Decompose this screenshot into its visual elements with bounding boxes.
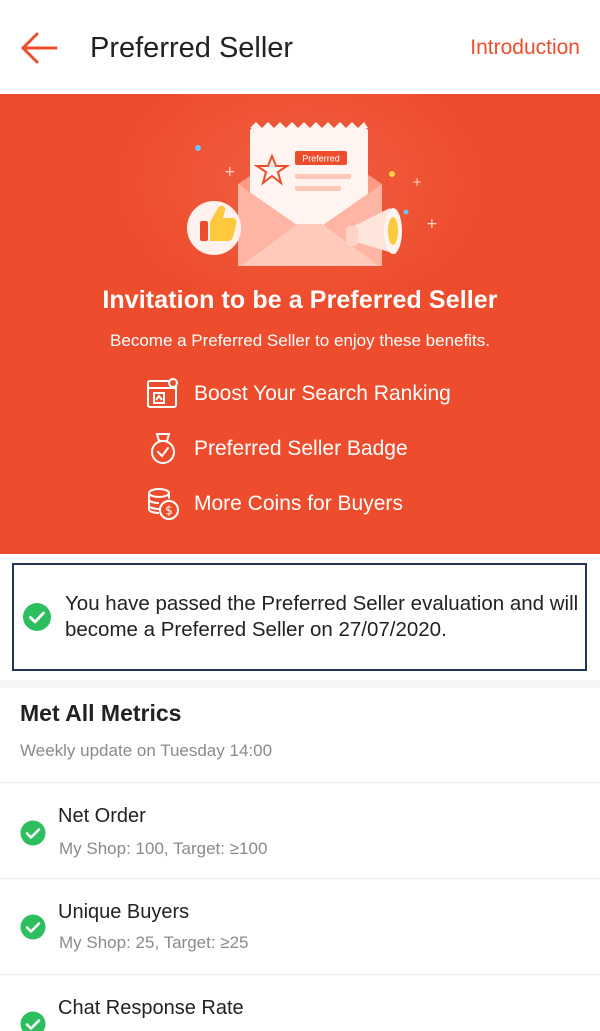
invitation-banner: + + + Preferred Invitation to be a Prefe… bbox=[0, 94, 600, 554]
app-header: Preferred Seller Introduction bbox=[0, 0, 600, 94]
svg-text:+: + bbox=[412, 175, 422, 189]
back-arrow-icon[interactable] bbox=[18, 28, 60, 68]
banner-subtitle: Become a Preferred Seller to enjoy these… bbox=[110, 331, 490, 350]
badge-icon bbox=[145, 431, 181, 467]
metric-name: Net Order bbox=[58, 805, 146, 827]
evaluation-status-notice: You have passed the Preferred Seller eva… bbox=[12, 563, 587, 671]
svg-text:+: + bbox=[224, 164, 236, 180]
metric-name: Unique Buyers bbox=[58, 901, 190, 923]
svg-text:+: + bbox=[426, 216, 438, 232]
check-circle-icon bbox=[20, 914, 46, 940]
metric-row-chat-response-rate[interactable]: Chat Response Rate bbox=[0, 974, 600, 1031]
benefit-seller-badge: Preferred Seller Badge bbox=[145, 429, 408, 469]
coins-icon: $ bbox=[145, 486, 181, 522]
check-circle-icon bbox=[22, 602, 52, 632]
ranking-icon bbox=[145, 376, 181, 412]
introduction-link[interactable]: Introduction bbox=[470, 32, 580, 64]
svg-text:$: $ bbox=[165, 504, 173, 518]
evaluation-message-text: You have passed the Preferred Seller eva… bbox=[65, 592, 579, 641]
banner-title: Invitation to be a Preferred Seller bbox=[102, 286, 498, 314]
check-circle-icon bbox=[20, 1011, 46, 1031]
page-title: Preferred Seller bbox=[90, 32, 294, 64]
envelope-illustration: + + + Preferred bbox=[180, 116, 440, 268]
preferred-seller-date: 27/07/2020. bbox=[338, 618, 447, 641]
metric-name: Chat Response Rate bbox=[58, 997, 244, 1019]
benefit-more-coins: $ More Coins for Buyers bbox=[145, 484, 403, 524]
evaluation-message: You have passed the Preferred Seller eva… bbox=[65, 591, 585, 643]
benefit-label: Preferred Seller Badge bbox=[194, 437, 408, 460]
benefit-label: Boost Your Search Ranking bbox=[194, 382, 451, 405]
metrics-update-schedule: Weekly update on Tuesday 14:00 bbox=[20, 741, 273, 760]
section-divider bbox=[0, 680, 600, 688]
metric-row-unique-buyers[interactable]: Unique Buyers My Shop: 25, Target: ≥25 bbox=[0, 878, 600, 974]
metric-row-net-order[interactable]: Net Order My Shop: 100, Target: ≥100 bbox=[0, 782, 600, 878]
illustration-preferred-label: Preferred bbox=[302, 154, 340, 164]
check-circle-icon bbox=[20, 820, 46, 846]
metrics-title: Met All Metrics bbox=[20, 700, 182, 726]
metric-detail: My Shop: 25, Target: ≥25 bbox=[59, 933, 249, 952]
metric-detail: My Shop: 100, Target: ≥100 bbox=[59, 839, 268, 858]
benefit-label: More Coins for Buyers bbox=[194, 492, 403, 515]
benefit-search-ranking: Boost Your Search Ranking bbox=[145, 374, 451, 414]
